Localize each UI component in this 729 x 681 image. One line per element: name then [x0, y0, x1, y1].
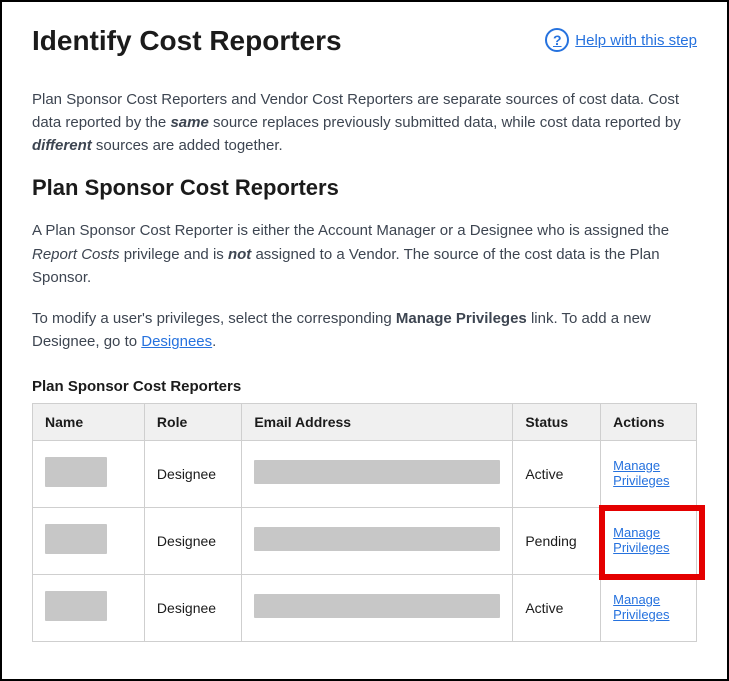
- cell-email: [242, 440, 513, 507]
- intro-different: different: [32, 137, 92, 154]
- table-row: Designee Pending ManagePrivileges: [33, 507, 697, 574]
- cell-email: [242, 574, 513, 641]
- col-actions: Actions: [601, 403, 697, 440]
- header-row: Identify Cost Reporters ? Help with this…: [32, 24, 697, 58]
- page-frame: Identify Cost Reporters ? Help with this…: [0, 0, 729, 681]
- manage-privileges-link[interactable]: ManagePrivileges: [613, 526, 669, 556]
- cell-actions: ManagePrivileges: [601, 507, 697, 574]
- help-link-label: Help with this step: [575, 32, 697, 49]
- manage-privileges-link[interactable]: ManagePrivileges: [613, 459, 669, 489]
- cell-actions: ManagePrivileges: [601, 440, 697, 507]
- table-header-row: Name Role Email Address Status Actions: [33, 403, 697, 440]
- cell-role: Designee: [144, 440, 241, 507]
- table-row: Designee Active ManagePrivileges: [33, 440, 697, 507]
- cost-reporters-table: Name Role Email Address Status Actions D…: [32, 403, 697, 642]
- redacted-name: [45, 591, 107, 621]
- redacted-email: [254, 460, 500, 484]
- cell-name: [33, 574, 145, 641]
- cell-email: [242, 507, 513, 574]
- cell-status: Active: [513, 574, 601, 641]
- redacted-email: [254, 594, 500, 618]
- question-icon: ?: [545, 28, 569, 52]
- section-heading: Plan Sponsor Cost Reporters: [32, 175, 697, 201]
- table-row: Designee Active ManagePrivileges: [33, 574, 697, 641]
- redacted-name: [45, 524, 107, 554]
- manage-privileges-label: Manage Privileges: [396, 310, 527, 327]
- intro-same: same: [170, 114, 208, 131]
- col-role: Role: [144, 403, 241, 440]
- col-status: Status: [513, 403, 601, 440]
- designees-link[interactable]: Designees: [141, 333, 212, 350]
- report-costs-label: Report Costs: [32, 246, 120, 263]
- cell-role: Designee: [144, 574, 241, 641]
- section-paragraph-2: To modify a user's privileges, select th…: [32, 307, 697, 354]
- cell-actions: ManagePrivileges: [601, 574, 697, 641]
- page-title: Identify Cost Reporters: [32, 24, 342, 58]
- redacted-email: [254, 527, 500, 551]
- col-email: Email Address: [242, 403, 513, 440]
- cell-name: [33, 507, 145, 574]
- manage-privileges-link[interactable]: ManagePrivileges: [613, 593, 669, 623]
- not-emphasis: not: [228, 246, 251, 263]
- help-with-this-step-link[interactable]: ? Help with this step: [545, 28, 697, 52]
- col-name: Name: [33, 403, 145, 440]
- table-caption: Plan Sponsor Cost Reporters: [32, 378, 697, 395]
- section-paragraph-1: A Plan Sponsor Cost Reporter is either t…: [32, 219, 697, 289]
- cell-status: Pending: [513, 507, 601, 574]
- cell-role: Designee: [144, 507, 241, 574]
- intro-paragraph: Plan Sponsor Cost Reporters and Vendor C…: [32, 88, 697, 158]
- redacted-name: [45, 457, 107, 487]
- cell-name: [33, 440, 145, 507]
- cell-status: Active: [513, 440, 601, 507]
